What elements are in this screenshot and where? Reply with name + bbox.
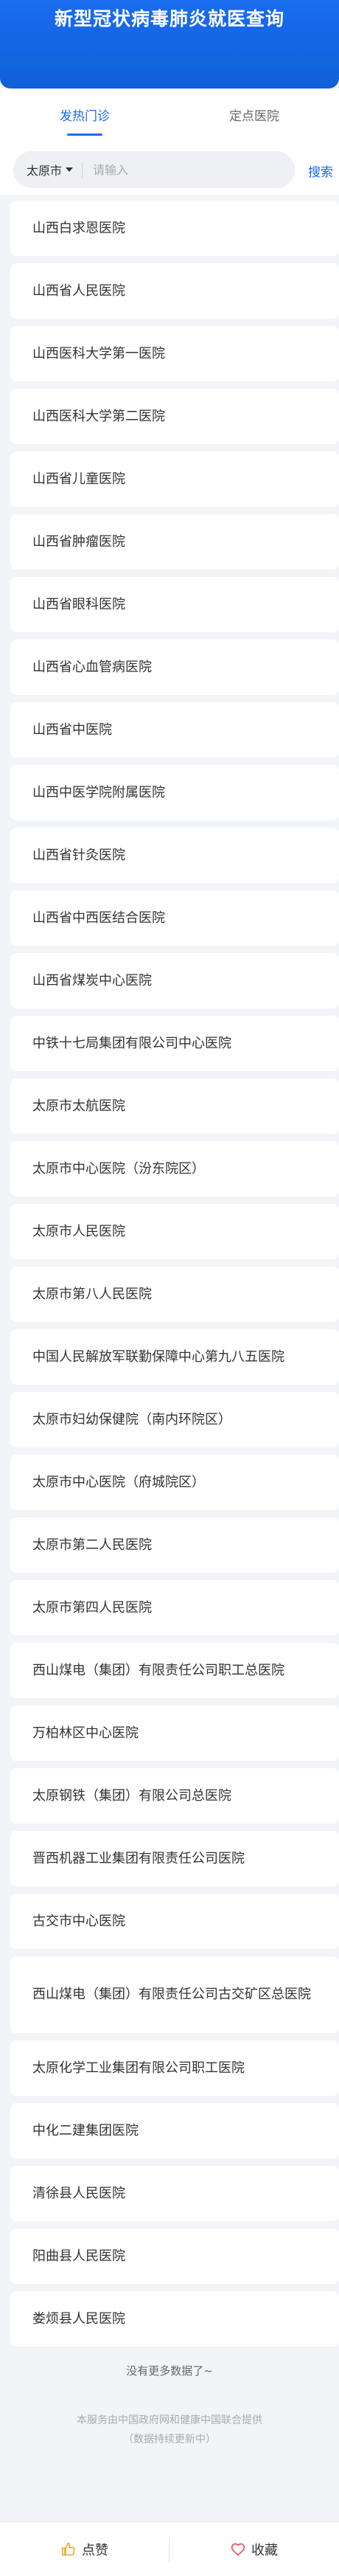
hospital-list-item[interactable]: 西山煤电（集团）有限责任公司古交矿区总医院 bbox=[10, 1956, 339, 2033]
page-header: 新型冠状病毒肺炎就医查询 bbox=[0, 0, 339, 89]
like-label: 点赞 bbox=[82, 2542, 108, 2558]
hospital-list-item[interactable]: 太原市人民医院 bbox=[10, 1204, 339, 1259]
hospital-list-item[interactable]: 太原市太航医院 bbox=[10, 1078, 339, 1134]
hospital-list-item[interactable]: 山西医科大学第一医院 bbox=[10, 326, 339, 381]
hospital-list-item[interactable]: 太原化学工业集团有限公司职工医院 bbox=[10, 2040, 339, 2096]
favorite-button[interactable]: 收藏 bbox=[170, 2522, 339, 2576]
hospital-list-item[interactable]: 中铁十七局集团有限公司中心医院 bbox=[10, 1016, 339, 1071]
hospital-list-item[interactable]: 山西省眼科医院 bbox=[10, 577, 339, 632]
hospital-list-item[interactable]: 太原市第四人民医院 bbox=[10, 1580, 339, 1635]
hospital-list-item[interactable]: 山西中医学院附属医院 bbox=[10, 765, 339, 820]
footer-line-1: 本服务由中国政府网和健康中国联合提供 bbox=[77, 2414, 262, 2426]
bottom-action-bar: 点赞 收藏 bbox=[0, 2521, 339, 2576]
hospital-list-item[interactable]: 中化二建集团医院 bbox=[10, 2103, 339, 2158]
tab-fever-clinic[interactable]: 发热门诊 bbox=[0, 89, 170, 145]
search-box: 太原市 bbox=[13, 151, 295, 188]
hospital-list-item[interactable]: 太原钢铁（集团）有限公司总医院 bbox=[10, 1768, 339, 1824]
footer-note: 本服务由中国政府网和健康中国联合提供 （数据持续更新中） bbox=[0, 2411, 339, 2449]
list-end-text: 没有更多数据了~ bbox=[126, 2364, 213, 2378]
hospital-list-item[interactable]: 古交市中心医院 bbox=[10, 1894, 339, 1949]
hospital-list-item[interactable]: 太原市第八人民医院 bbox=[10, 1267, 339, 1322]
city-label: 太原市 bbox=[27, 164, 63, 178]
hospital-list-item[interactable]: 娄烦县人民医院 bbox=[10, 2291, 339, 2347]
like-button[interactable]: 点赞 bbox=[0, 2522, 170, 2576]
thumbs-up-icon bbox=[61, 2542, 75, 2555]
hospital-list-item[interactable]: 中国人民解放军联勤保障中心第九八五医院 bbox=[10, 1329, 339, 1385]
hospital-list-item[interactable]: 太原市中心医院（府城院区） bbox=[10, 1455, 339, 1510]
hospital-list-item[interactable]: 万柏林区中心医院 bbox=[10, 1706, 339, 1761]
hospital-list-item[interactable]: 山西省儿童医院 bbox=[10, 451, 339, 507]
hospital-list-item[interactable]: 山西省中医院 bbox=[10, 702, 339, 758]
hospital-list-item[interactable]: 山西医科大学第二医院 bbox=[10, 389, 339, 444]
hospital-list-item[interactable]: 山西白求恩医院 bbox=[10, 201, 339, 256]
hospital-list-item[interactable]: 清徐县人民医院 bbox=[10, 2166, 339, 2221]
footer-line-2: （数据持续更新中） bbox=[123, 2434, 216, 2445]
hospital-list-item[interactable]: 晋西机器工业集团有限责任公司医院 bbox=[10, 1831, 339, 1886]
hospital-list-item[interactable]: 山西省人民医院 bbox=[10, 263, 339, 319]
tab-designated-hospital[interactable]: 定点医院 bbox=[170, 89, 339, 145]
search-input[interactable] bbox=[93, 162, 270, 177]
hospital-list-item[interactable]: 山西省肿瘤医院 bbox=[10, 514, 339, 569]
city-selector[interactable]: 太原市 bbox=[27, 161, 74, 179]
page-title: 新型冠状病毒肺炎就医查询 bbox=[54, 8, 284, 30]
hospital-list-item[interactable]: 山西省心血管病医院 bbox=[10, 640, 339, 695]
search-divider bbox=[82, 162, 83, 178]
hospital-list-item[interactable]: 西山煤电（集团）有限责任公司职工总医院 bbox=[10, 1643, 339, 1698]
hospital-list-item[interactable]: 山西省中西医结合医院 bbox=[10, 890, 339, 946]
hospital-list-item[interactable]: 山西省针灸医院 bbox=[10, 828, 339, 883]
hospital-list: 山西白求恩医院 山西省人民医院 山西医科大学第一医院 山西医科大学第二医院 山西省儿童医… bbox=[0, 195, 339, 2347]
search-bar: 太原市 搜索 bbox=[0, 145, 339, 195]
favorite-label: 收藏 bbox=[251, 2542, 278, 2558]
search-button[interactable]: 搜索 bbox=[308, 162, 333, 180]
hospital-list-item[interactable]: 太原市妇幼保健院（南内环院区） bbox=[10, 1392, 339, 1447]
hospital-list-item[interactable]: 山西省煤炭中心医院 bbox=[10, 953, 339, 1008]
caret-down-icon bbox=[66, 167, 74, 172]
heart-icon bbox=[231, 2543, 245, 2555]
hospital-list-item[interactable]: 太原市中心医院（汾东院区） bbox=[10, 1141, 339, 1197]
hospital-list-item[interactable]: 太原市第二人民医院 bbox=[10, 1517, 339, 1573]
tab-bar: 发热门诊 定点医院 bbox=[0, 89, 339, 145]
hospital-list-item[interactable]: 阳曲县人民医院 bbox=[10, 2229, 339, 2284]
